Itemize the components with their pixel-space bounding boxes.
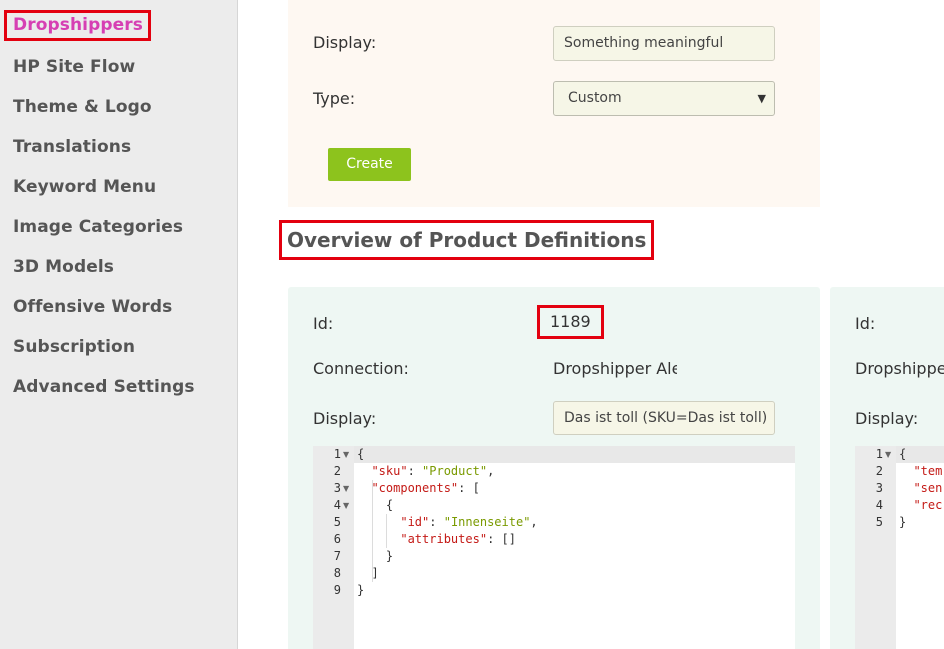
display-label: Display: [855,409,919,428]
line-number: 5 [333,515,341,529]
display-label: Display: [313,409,377,428]
code-line: { [357,447,365,461]
code-line: ] [371,566,379,580]
sidebar-item-offensive-words[interactable]: Offensive Words [13,297,172,317]
connection-value: Dropshipper Ale [553,359,677,378]
sidebar-item-image-categories[interactable]: Image Categories [13,217,183,237]
code-line: "sku": "Product", [371,464,495,478]
json-code-editor[interactable]: 1 ▼ 2 3 4 5 { "tem "sen "rec } [855,446,944,649]
id-label: Id: [855,314,876,333]
create-definition-form: Display: Something meaningful Type: Cust… [288,0,820,207]
code-line: "rec [913,498,943,512]
code-line: { [899,447,907,461]
sidebar-item-keyword-menu[interactable]: Keyword Menu [13,177,156,197]
line-number: 2 [333,464,341,478]
connection-value: Dropshippe [855,359,944,378]
code-line: "id": "Innenseite", [400,515,538,529]
type-label: Type: [313,89,356,108]
sidebar: Dropshippers HP Site Flow Theme & Logo T… [0,0,238,649]
sidebar-item-subscription[interactable]: Subscription [13,337,135,357]
line-number: 5 [875,515,883,529]
fold-arrow-icon[interactable]: ▼ [343,446,349,463]
display-input[interactable]: Something meaningful [553,26,775,61]
id-label: Id: [313,314,334,333]
code-line: { [385,498,394,512]
section-title: Overview of Product Definitions [278,220,655,260]
line-number: 4 [333,498,341,512]
code-line: "sen [913,481,943,495]
line-number: 7 [333,549,341,563]
json-code-editor[interactable]: 1 ▼ 2 3 ▼ 4 ▼ 5 6 7 8 9 { "sku": "Produc… [313,446,795,649]
fold-arrow-icon[interactable]: ▼ [343,480,349,497]
type-select-value: Custom [568,90,622,106]
display-input[interactable]: Das ist toll (SKU=Das ist toll) [553,401,775,435]
fold-arrow-icon[interactable]: ▼ [343,497,349,514]
code-line: } [385,549,394,563]
sidebar-item-advanced-settings[interactable]: Advanced Settings [13,377,195,397]
sidebar-item-dropshippers[interactable]: Dropshippers [4,10,151,41]
fold-arrow-icon[interactable]: ▼ [885,446,891,463]
code-line: "attributes": [] [400,532,516,546]
main-content: Display: Something meaningful Type: Cust… [238,0,944,649]
line-number: 8 [333,566,341,580]
type-select[interactable]: Custom ▼ [553,81,775,116]
display-label: Display: [313,33,377,52]
line-number: 1 [333,447,341,461]
sidebar-item-hp-site-flow[interactable]: HP Site Flow [13,57,135,77]
code-line: "tem [913,464,943,478]
line-number: 2 [875,464,883,478]
sidebar-item-3d-models[interactable]: 3D Models [13,257,114,277]
id-value: 1189 [537,305,604,339]
connection-label: Connection: [313,359,409,378]
line-number: 3 [875,481,883,495]
sidebar-item-translations[interactable]: Translations [13,137,131,157]
chevron-down-icon: ▼ [757,92,766,105]
line-number: 3 [333,481,341,495]
sidebar-item-theme-logo[interactable]: Theme & Logo [13,97,152,117]
code-line: } [357,583,365,597]
line-number: 4 [875,498,883,512]
line-number: 6 [333,532,341,546]
line-number: 9 [333,583,341,597]
code-line: "components": [ [371,481,480,495]
line-number: 1 [875,447,883,461]
create-button[interactable]: Create [328,148,411,181]
code-line: } [899,515,907,529]
